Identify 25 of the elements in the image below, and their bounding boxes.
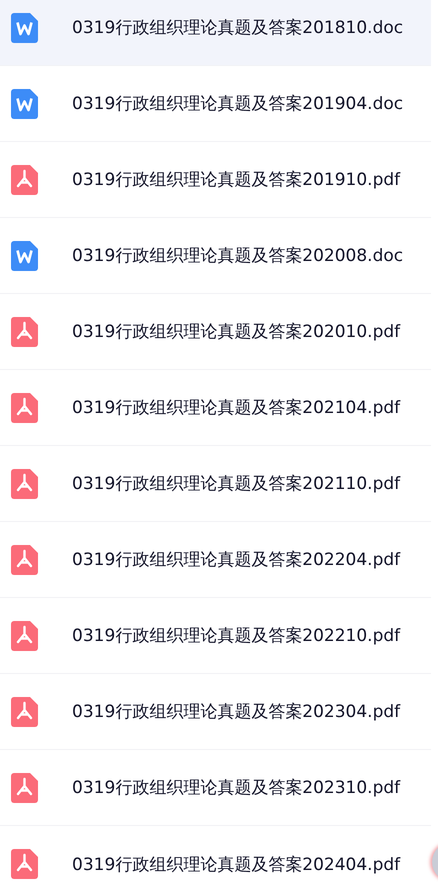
word-document-icon	[11, 240, 38, 270]
file-name: 0319行政组织理论真题及答案202104.pdf	[72, 397, 400, 419]
pdf-document-icon	[11, 468, 38, 498]
file-name: 0319行政组织理论真题及答案202210.pdf	[72, 625, 400, 647]
file-name: 0319行政组织理论真题及答案202204.pdf	[72, 549, 400, 571]
word-document-icon	[11, 12, 38, 42]
pdf-document-icon	[11, 696, 38, 726]
file-name: 0319行政组织理论真题及答案201904.doc	[72, 93, 404, 115]
file-name: 0319行政组织理论真题及答案202008.doc	[72, 245, 404, 267]
pdf-document-icon	[11, 849, 38, 879]
pdf-document-icon	[11, 620, 38, 650]
file-name: 0319行政组织理论真题及答案201910.pdf	[72, 169, 400, 191]
file-name: 0319行政组织理论真题及答案201810.doc	[72, 17, 404, 39]
file-name: 0319行政组织理论真题及答案202310.pdf	[72, 777, 400, 799]
file-name: 0319行政组织理论真题及答案202110.pdf	[72, 473, 400, 495]
pdf-document-icon	[11, 164, 38, 194]
file-name: 0319行政组织理论真题及答案202304.pdf	[72, 701, 400, 723]
file-list-item[interactable]: 0319行政组织理论真题及答案201810.doc	[0, 0, 431, 66]
pdf-document-icon	[11, 544, 38, 574]
pdf-document-icon	[11, 772, 38, 802]
file-name: 0319行政组织理论真题及答案202010.pdf	[72, 321, 400, 343]
pdf-document-icon	[11, 316, 38, 346]
file-name: 0319行政组织理论真题及答案202404.pdf	[72, 854, 400, 876]
word-document-icon	[11, 88, 38, 118]
pdf-document-icon	[11, 392, 38, 422]
